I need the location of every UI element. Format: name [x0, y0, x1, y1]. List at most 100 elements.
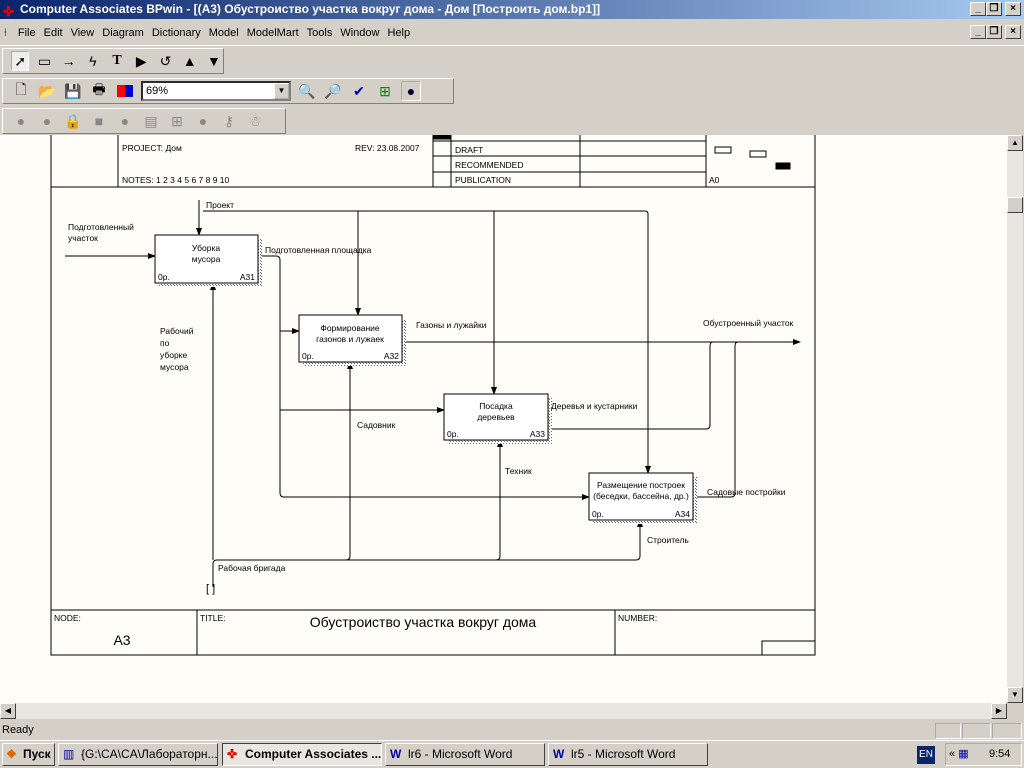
mm-security-icon[interactable]: ●: [193, 111, 213, 131]
restore-button[interactable]: ❐: [986, 2, 1002, 16]
arrow-label: Подготовленная площадка: [265, 245, 372, 255]
header-draft: DRAFT: [455, 145, 483, 155]
menu-view[interactable]: View: [67, 20, 99, 46]
activity-box-a32[interactable]: Формирование газонов и лужаек 0р. A32: [298, 314, 406, 366]
undo-icon[interactable]: ↺: [156, 51, 174, 71]
box-title: Уборка: [192, 243, 220, 253]
menu-tools[interactable]: Tools: [303, 20, 337, 46]
mm-users-icon[interactable]: ☃: [245, 111, 265, 131]
arrow-tool-icon[interactable]: →: [60, 51, 78, 71]
box-cost: 0р.: [302, 351, 314, 361]
menu-window[interactable]: Window: [336, 20, 383, 46]
zoom-out-icon[interactable]: 🔎: [323, 81, 343, 101]
mm-key-icon[interactable]: ⚷: [219, 111, 239, 131]
task-bpwin[interactable]: ✜ Computer Associates ...: [222, 743, 382, 766]
mdi-restore-button[interactable]: ❐: [986, 25, 1002, 39]
color-icon[interactable]: [115, 81, 135, 101]
print-icon[interactable]: 🖶: [89, 81, 109, 101]
scroll-left-button[interactable]: ◀: [0, 703, 16, 719]
start-button[interactable]: ❖ Пуск: [2, 743, 55, 766]
scroll-up-button[interactable]: ▲: [1007, 135, 1023, 151]
box-tool-icon[interactable]: ▭: [35, 51, 53, 71]
arrow-label: мусора: [160, 362, 189, 372]
scroll-down-button[interactable]: ▼: [1007, 687, 1023, 703]
activity-box-a31[interactable]: Уборка мусора 0р. A31: [154, 234, 262, 287]
menu-model[interactable]: Model: [205, 20, 243, 46]
spellcheck-icon[interactable]: ✔: [349, 81, 369, 101]
arrow-label: Рабочая бригада: [218, 563, 286, 573]
box-title: Посадка: [479, 401, 513, 411]
zoom-in-icon[interactable]: 🔍: [297, 81, 317, 101]
modelmart-toolbar: ● ● 🔒 ■ ● ▤ ⊞ ● ⚷ ☃: [2, 108, 286, 134]
minimize-button[interactable]: _: [970, 2, 986, 16]
menu-dictionary[interactable]: Dictionary: [148, 20, 205, 46]
task-explorer[interactable]: ▥ {G:\CA\CA\Лабораторн...: [58, 743, 218, 766]
arrow-label: Рабочий: [160, 326, 194, 336]
box-title: деревьев: [477, 412, 515, 422]
box-title: Формирование: [320, 323, 380, 333]
diagram-canvas[interactable]: PROJECT: Дом REV: 23.08.2007 NOTES: 1 2 …: [0, 129, 1007, 703]
title-bar: ✜ Computer Associates BPwin - [(A3) Обус…: [0, 0, 1024, 19]
globe-icon[interactable]: ●: [401, 81, 421, 101]
arrow-label: Газоны и лужайки: [416, 320, 487, 330]
box-title: Размещение построек: [597, 480, 685, 490]
network-icon[interactable]: ▦: [958, 748, 968, 760]
go-to-sibling-icon[interactable]: ▶: [132, 51, 150, 71]
doc-icon[interactable]: ⍿: [0, 20, 11, 46]
menu-modelmart[interactable]: ModelMart: [243, 20, 303, 46]
box-id: A33: [530, 429, 545, 439]
standard-toolbar: 🗋 📂 💾 🖶 69% ▼ 🔍 🔎 ✔ ⊞ ●: [2, 78, 454, 104]
header-publication: PUBLICATION: [455, 175, 511, 185]
go-to-child-icon[interactable]: ▼: [205, 51, 223, 71]
start-label: Пуск: [23, 747, 51, 761]
squiggle-tool-icon[interactable]: ϟ: [84, 51, 102, 71]
open-icon[interactable]: 📂: [37, 81, 57, 101]
model-explorer-icon[interactable]: ⊞: [375, 81, 395, 101]
tray-expand-icon[interactable]: «: [946, 748, 955, 760]
mm-library-icon[interactable]: ●: [115, 111, 135, 131]
mm-grid-icon[interactable]: ⊞: [167, 111, 187, 131]
word-icon: W: [390, 747, 402, 761]
menu-file[interactable]: File: [14, 20, 40, 46]
horizontal-scrollbar[interactable]: ◀ ▶: [0, 703, 1007, 719]
go-to-parent-icon[interactable]: ▲: [181, 51, 199, 71]
mm-folder-icon[interactable]: ■: [89, 111, 109, 131]
box-cost: 0р.: [158, 272, 170, 282]
menu-help[interactable]: Help: [383, 20, 414, 46]
scroll-right-button[interactable]: ▶: [991, 703, 1007, 719]
chevron-down-icon[interactable]: ▼: [274, 83, 289, 99]
status-bar: Ready: [0, 721, 1024, 740]
mdi-close-button[interactable]: ×: [1005, 25, 1021, 39]
system-tray: « ▦ 9:54: [945, 743, 1022, 766]
activity-box-a33[interactable]: Посадка деревьев 0р. A33: [443, 393, 552, 444]
arrow-label: Строитель: [647, 535, 689, 545]
box-title: (беседки, бассейна, др.): [593, 491, 689, 501]
new-icon[interactable]: 🗋: [11, 81, 31, 101]
mm-report-icon[interactable]: ▤: [141, 111, 161, 131]
vertical-scrollbar[interactable]: ▲ ▼: [1007, 135, 1023, 703]
task-word-lr6[interactable]: Wlr6 - Microsoft Word: [385, 743, 545, 766]
box-cost: 0р.: [447, 429, 459, 439]
word-icon: W: [553, 747, 565, 761]
text-tool-icon[interactable]: T: [108, 51, 126, 71]
status-panel: [935, 723, 961, 739]
save-icon[interactable]: 💾: [63, 81, 83, 101]
lock-icon[interactable]: 🔒: [63, 111, 83, 131]
arrow-label: по: [160, 338, 170, 348]
box-id: A32: [384, 351, 399, 361]
close-button[interactable]: ×: [1005, 2, 1021, 16]
pointer-tool-icon[interactable]: ➚: [11, 51, 30, 71]
tunnel-marker: [ ]: [206, 583, 215, 595]
mm-connect-icon[interactable]: ●: [11, 111, 31, 131]
vertical-scroll-thumb[interactable]: [1007, 197, 1023, 213]
language-indicator[interactable]: EN: [917, 746, 935, 764]
mm-disconnect-icon[interactable]: ●: [37, 111, 57, 131]
task-word-lr5[interactable]: Wlr5 - Microsoft Word: [548, 743, 708, 766]
menu-edit[interactable]: Edit: [40, 20, 67, 46]
menu-diagram[interactable]: Diagram: [98, 20, 148, 46]
folder-icon: ▥: [63, 747, 75, 761]
activity-box-a34[interactable]: Размещение построек (беседки, бассейна, …: [588, 472, 697, 524]
mdi-minimize-button[interactable]: _: [970, 25, 986, 39]
zoom-select[interactable]: 69% ▼: [141, 81, 291, 101]
footer-title: Обустроиство участка вокруг дома: [310, 614, 537, 630]
